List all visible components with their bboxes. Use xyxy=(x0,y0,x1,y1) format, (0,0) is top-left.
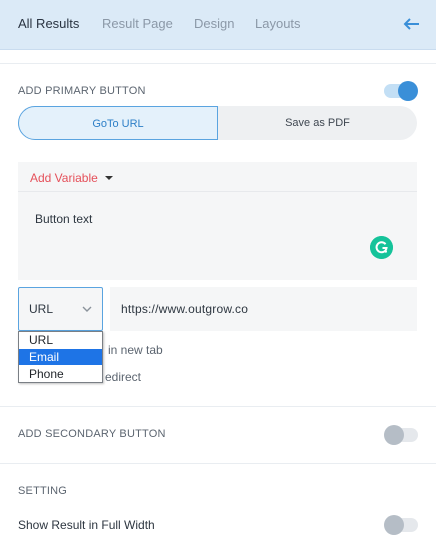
full-width-label: Show Result in Full Width xyxy=(18,518,155,532)
setting-section-label: SETTING xyxy=(18,485,68,497)
link-type-value: URL xyxy=(29,302,54,316)
dropdown-option-email[interactable]: Email xyxy=(19,349,102,365)
divider xyxy=(0,463,436,464)
save-as-pdf-option[interactable]: Save as PDF xyxy=(218,106,417,140)
toggle-knob xyxy=(398,81,418,101)
dropdown-option-phone[interactable]: Phone xyxy=(19,366,102,382)
tab-layouts[interactable]: Layouts xyxy=(255,16,301,31)
top-nav-bar: All Results Result Page Design Layouts xyxy=(0,0,436,50)
button-text-content[interactable]: Button text xyxy=(35,212,92,226)
divider xyxy=(0,406,436,407)
primary-button-toggle[interactable] xyxy=(384,81,418,101)
url-input[interactable]: https://www.outgrow.co xyxy=(110,287,417,331)
secondary-button-section-label: ADD SECONDARY BUTTON xyxy=(18,428,166,440)
tab-all-results[interactable]: All Results xyxy=(18,16,79,31)
dropdown-option-url[interactable]: URL xyxy=(19,332,102,348)
caret-down-icon[interactable] xyxy=(105,176,113,180)
grammarly-icon[interactable] xyxy=(370,236,393,259)
full-width-toggle[interactable] xyxy=(384,515,418,535)
add-variable-button[interactable]: Add Variable xyxy=(30,171,98,185)
goto-url-option[interactable]: GoTo URL xyxy=(18,106,218,140)
tab-result-page[interactable]: Result Page xyxy=(102,16,173,31)
url-value: https://www.outgrow.co xyxy=(121,302,249,316)
toggle-knob xyxy=(384,515,404,535)
variable-toolbar: Add Variable xyxy=(18,162,417,192)
redirect-label: edirect xyxy=(105,370,142,384)
open-in-new-tab-label: in new tab xyxy=(108,343,163,357)
link-type-dropdown-menu: URL Email Phone xyxy=(18,331,103,383)
secondary-button-toggle[interactable] xyxy=(384,425,418,445)
divider xyxy=(0,63,436,64)
button-text-editor[interactable]: Add Variable Button text xyxy=(18,162,417,280)
primary-button-section-label: ADD PRIMARY BUTTON xyxy=(18,85,146,97)
primary-action-segmented-control: GoTo URL Save as PDF xyxy=(18,106,417,140)
arrow-left-icon[interactable] xyxy=(402,14,422,34)
tab-design[interactable]: Design xyxy=(194,16,234,31)
chevron-down-icon xyxy=(82,306,92,312)
toggle-knob xyxy=(384,425,404,445)
link-type-select[interactable]: URL xyxy=(18,287,103,331)
